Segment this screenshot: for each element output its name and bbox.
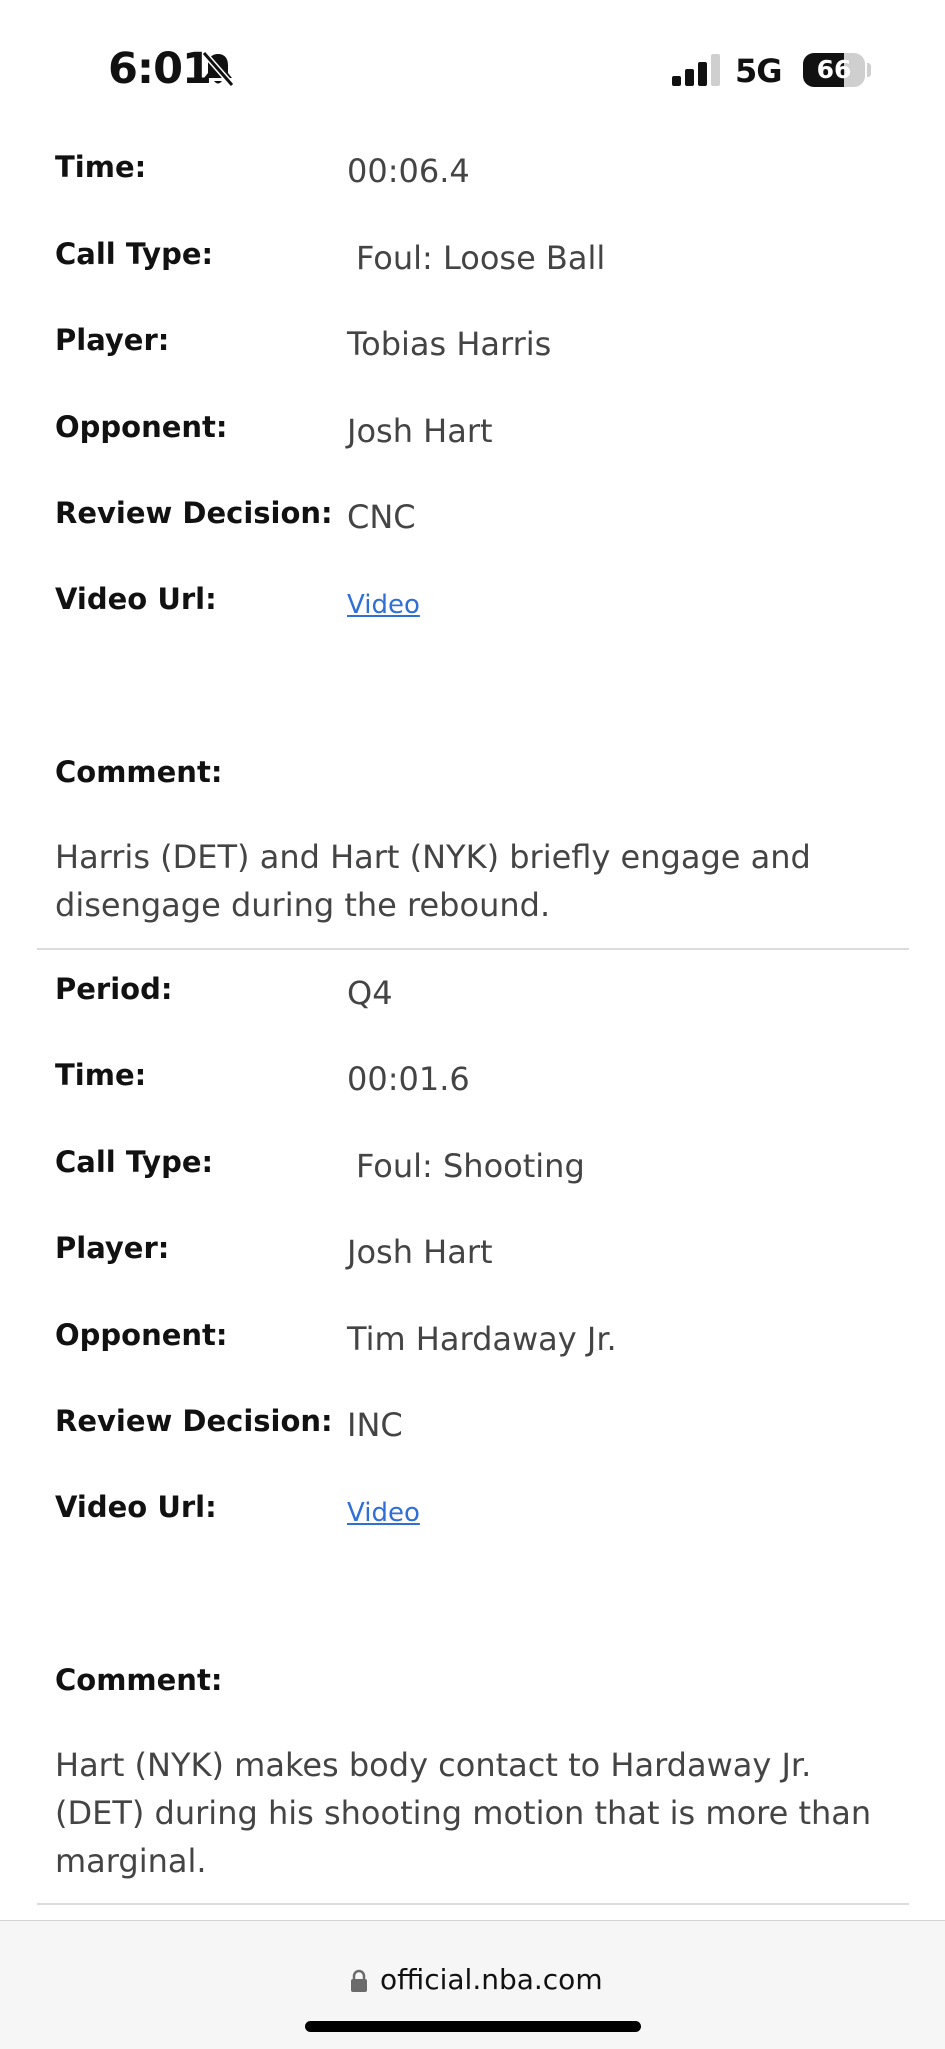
record-divider [37, 1903, 909, 1905]
signal-icon [672, 54, 720, 86]
record-divider [37, 948, 909, 950]
call-type-label: Call Type: [55, 1145, 214, 1179]
home-indicator[interactable] [305, 2021, 641, 2032]
player-value: Tobias Harris [347, 325, 552, 363]
status-time: 6:01 [108, 44, 212, 94]
time-value: 00:06.4 [347, 152, 470, 190]
status-bar: 6:01 5G 66 [0, 0, 945, 140]
network-label: 5G [735, 52, 783, 90]
battery-icon: 66 [803, 53, 865, 87]
review-decision-label: Review Decision: [55, 496, 333, 530]
call-type-value: Foul: Shooting [356, 1147, 585, 1185]
player-label: Player: [55, 1231, 170, 1265]
opponent-value: Tim Hardaway Jr. [347, 1320, 617, 1358]
opponent-value: Josh Hart [347, 412, 493, 450]
battery-cap [867, 63, 871, 77]
player-label: Player: [55, 323, 170, 357]
review-decision-label: Review Decision: [55, 1404, 333, 1438]
comment-label: Comment: [55, 1663, 223, 1697]
video-url-label: Video Url: [55, 582, 217, 616]
bell-slash-icon [201, 51, 235, 87]
comment-text: Harris (DET) and Hart (NYK) briefly enga… [55, 838, 811, 924]
period-value: Q4 [347, 974, 393, 1012]
video-link[interactable]: Video [347, 1498, 420, 1528]
url-text[interactable]: official.nba.com [380, 1963, 603, 1996]
review-decision-value: INC [347, 1406, 403, 1444]
lock-icon [351, 1969, 367, 1992]
opponent-label: Opponent: [55, 1318, 228, 1352]
time-label: Time: [55, 150, 147, 184]
video-link[interactable]: Video [347, 590, 420, 620]
player-value: Josh Hart [347, 1233, 493, 1271]
comment-text: Hart (NYK) makes body contact to Hardawa… [55, 1746, 872, 1880]
browser-address-bar[interactable]: official.nba.com [0, 1920, 945, 2049]
review-decision-value: CNC [347, 498, 416, 536]
call-type-value: Foul: Loose Ball [356, 239, 606, 277]
opponent-label: Opponent: [55, 410, 228, 444]
period-label: Period: [55, 972, 173, 1006]
video-url-label: Video Url: [55, 1490, 217, 1524]
time-label: Time: [55, 1058, 147, 1092]
time-value: 00:01.6 [347, 1060, 470, 1098]
call-type-label: Call Type: [55, 237, 214, 271]
comment-label: Comment: [55, 755, 223, 789]
battery-level: 66 [816, 55, 852, 84]
